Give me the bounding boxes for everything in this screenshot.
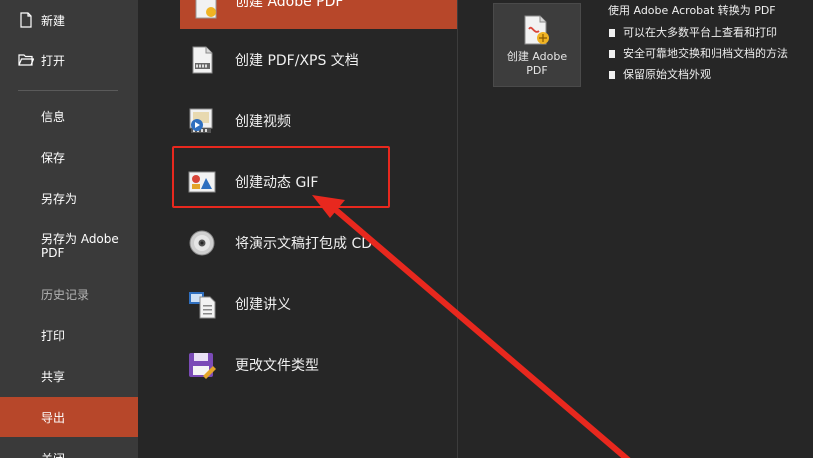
annotation-highlight-box xyxy=(172,146,390,208)
nav-item-save-as-adobe-pdf[interactable]: 另存为 Adobe PDF xyxy=(0,228,138,276)
new-document-icon xyxy=(20,12,32,28)
nav-label-save-as-pdf-line1: 另存为 Adobe xyxy=(41,232,119,246)
nav-label-save-as-pdf-line2: PDF xyxy=(41,246,65,260)
nav-label-share: 共享 xyxy=(41,369,66,384)
save-as-type-icon xyxy=(189,353,216,379)
nav-label-open: 打开 xyxy=(41,53,66,68)
nav-item-export[interactable]: 导出 xyxy=(0,397,138,437)
adobe-pdf-icon xyxy=(524,15,549,45)
create-pdf-button-line1: 创建 Adobe xyxy=(506,50,568,63)
export-label-video: 创建视频 xyxy=(235,114,291,130)
nav-label-export: 导出 xyxy=(41,410,66,425)
panel-divider xyxy=(457,0,458,458)
export-label-handouts: 创建讲义 xyxy=(235,297,291,313)
nav-item-info[interactable]: 信息 xyxy=(0,96,138,136)
video-icon xyxy=(189,108,213,133)
export-option-package-cd[interactable]: 将演示文稿打包成 CD xyxy=(180,215,457,271)
pdf-info-bullet: 可以在大多数平台上查看和打印 xyxy=(609,24,777,40)
nav-divider xyxy=(18,90,118,91)
nav-label-close: 关闭 xyxy=(41,450,65,458)
pdf-info-bullet-text: 保留原始文档外观 xyxy=(623,68,711,81)
nav-item-history[interactable]: 历史记录 xyxy=(0,274,138,314)
bullet-square-icon xyxy=(609,50,615,58)
bullet-square-icon xyxy=(609,71,615,79)
open-folder-icon xyxy=(18,54,34,66)
nav-item-save[interactable]: 保存 xyxy=(0,137,138,177)
pdf-info-title: 使用 Adobe Acrobat 转换为 PDF xyxy=(608,4,776,17)
bullet-square-icon xyxy=(609,29,615,37)
pdf-xps-document-icon xyxy=(192,46,213,74)
nav-label-save-as: 另存为 xyxy=(41,191,78,206)
cd-disc-icon xyxy=(189,230,215,256)
backstage-nav: 新建 打开 信息 保存 另存为 另存为 Adobe PDF 历史记录 打印 共享… xyxy=(0,0,138,458)
nav-item-save-as[interactable]: 另存为 xyxy=(0,178,138,218)
export-label-adobe-pdf: 创建 Adobe PDF xyxy=(235,0,344,10)
export-option-adobe-pdf[interactable]: 创建 Adobe PDF xyxy=(180,0,457,29)
pdf-info-bullet: 保留原始文档外观 xyxy=(609,66,711,82)
pdf-info-bullet-text: 可以在大多数平台上查看和打印 xyxy=(623,26,777,39)
nav-item-open[interactable]: 打开 xyxy=(0,40,138,80)
nav-label-info: 信息 xyxy=(41,109,66,124)
export-label-change-file-type: 更改文件类型 xyxy=(235,358,319,374)
nav-label-print: 打印 xyxy=(41,328,66,343)
create-adobe-pdf-button[interactable]: 创建 Adobe PDF xyxy=(493,3,581,87)
nav-item-share[interactable]: 共享 xyxy=(0,356,138,396)
nav-label-save: 保存 xyxy=(41,150,66,165)
handouts-icon xyxy=(189,292,216,319)
export-label-pdf-xps: 创建 PDF/XPS 文档 xyxy=(235,53,359,69)
export-option-handouts[interactable]: 创建讲义 xyxy=(180,276,457,332)
nav-item-close[interactable]: 关闭 xyxy=(0,438,138,458)
nav-label-history: 历史记录 xyxy=(41,287,90,302)
adobe-pdf-icon xyxy=(195,0,217,19)
export-label-package-cd: 将演示文稿打包成 CD xyxy=(235,236,373,252)
pdf-info-bullet: 安全可靠地交换和归档文档的方法 xyxy=(609,45,788,61)
nav-item-print[interactable]: 打印 xyxy=(0,315,138,355)
export-option-video[interactable]: 创建视频 xyxy=(180,93,457,149)
export-backstage: 新建 打开 信息 保存 另存为 另存为 Adobe PDF 历史记录 打印 共享… xyxy=(0,0,813,458)
export-option-change-file-type[interactable]: 更改文件类型 xyxy=(180,337,457,393)
nav-label-new: 新建 xyxy=(41,13,66,28)
create-pdf-button-line2: PDF xyxy=(526,64,548,77)
nav-item-new[interactable]: 新建 xyxy=(0,0,138,40)
export-option-pdf-xps[interactable]: 创建 PDF/XPS 文档 xyxy=(180,32,457,88)
pdf-info-bullet-text: 安全可靠地交换和归档文档的方法 xyxy=(623,47,788,60)
